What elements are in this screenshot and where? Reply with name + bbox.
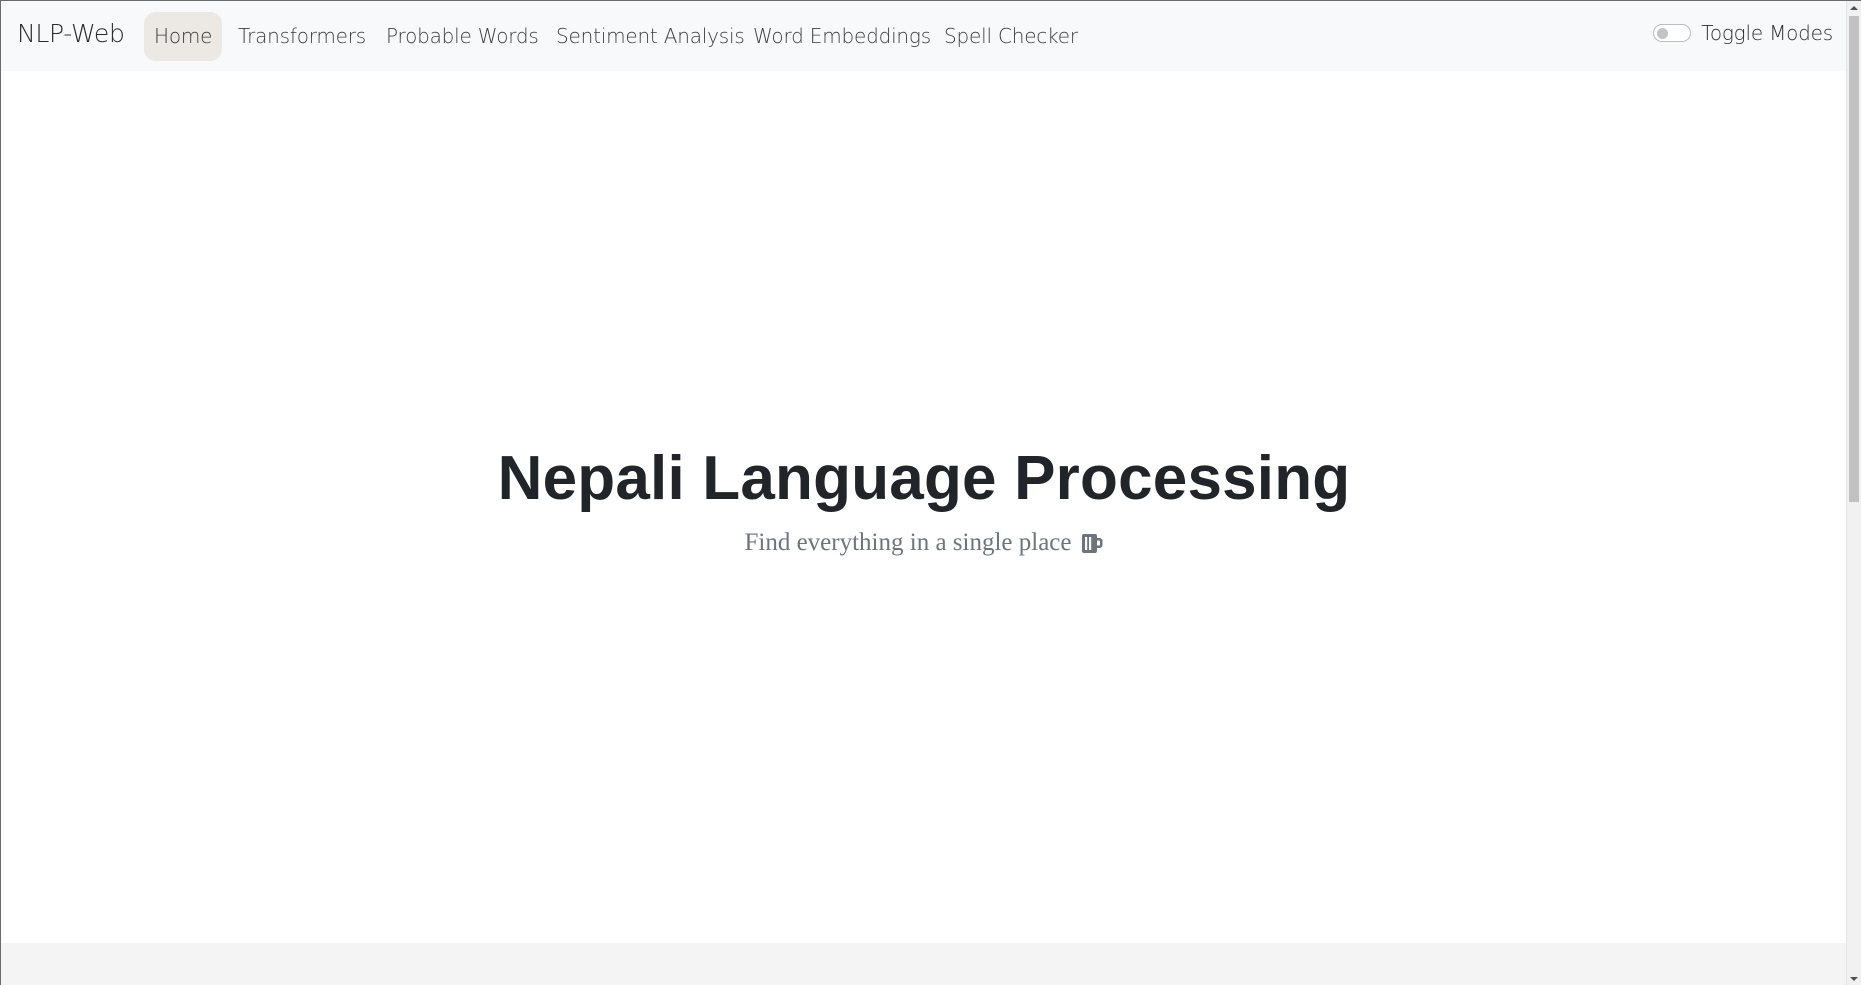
mug-icon (1081, 534, 1102, 553)
subtitle-row: Find everything in a single place (1, 529, 1847, 557)
nav-link-home[interactable]: Home (144, 12, 223, 61)
scrollbar-thumb[interactable] (1849, 16, 1859, 502)
page-subtitle: Find everything in a single place (744, 529, 1072, 556)
toggle-modes-label[interactable]: Toggle Modes (1701, 21, 1833, 45)
nav-link-probable-words[interactable]: Probable Words (386, 12, 539, 61)
page: NLP-Web Home Transformers Probable Words… (0, 0, 1861, 985)
brand-logo[interactable]: NLP-Web (17, 19, 125, 48)
nav-link-spell-checker[interactable]: Spell Checker (944, 12, 1078, 61)
scroll-down-icon[interactable] (1850, 977, 1858, 981)
footer (1, 943, 1847, 985)
mode-toggle-switch[interactable] (1653, 24, 1692, 42)
page-title: Nepali Language Processing (497, 444, 1351, 513)
nav-link-word-embeddings[interactable]: Word Embeddings (753, 12, 931, 61)
vertical-scrollbar[interactable] (1846, 1, 1861, 985)
nav-link-sentiment-analysis[interactable]: Sentiment Analysis (556, 12, 745, 61)
toggle-knob (1657, 28, 1669, 39)
toggle-modes: Toggle Modes (1653, 21, 1833, 45)
scroll-up-icon[interactable] (1850, 6, 1858, 10)
navbar: NLP-Web Home Transformers Probable Words… (1, 1, 1847, 71)
nav-link-transformers[interactable]: Transformers (238, 12, 366, 61)
hero-section: Nepali Language Processing Find everythi… (1, 71, 1847, 943)
